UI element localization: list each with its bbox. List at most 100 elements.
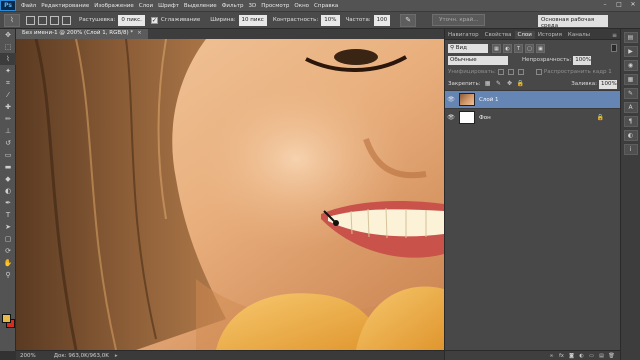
brush-tool-icon[interactable]: ✏ [0, 113, 16, 125]
shape-tool-icon[interactable]: ▢ [0, 233, 16, 245]
quick-select-tool-icon[interactable]: ✦ [0, 65, 16, 77]
panel-menu-icon[interactable]: ≡ [612, 32, 620, 39]
minimize-button[interactable]: – [600, 1, 610, 9]
menu-help[interactable]: Справка [314, 3, 338, 9]
healing-brush-tool-icon[interactable]: ✚ [0, 101, 16, 113]
link-layers-icon[interactable]: ∞ [548, 353, 555, 359]
marquee-tool-icon[interactable]: ⬚ [0, 41, 16, 53]
clone-stamp-tool-icon[interactable]: ⊥ [0, 125, 16, 137]
adjustment-layer-icon[interactable]: ◐ [578, 353, 585, 359]
eye-icon[interactable]: 👁 [445, 114, 457, 121]
type-tool-icon[interactable]: T [0, 209, 16, 221]
new-group-icon[interactable]: ▭ [588, 353, 595, 359]
adjustments-panel-icon[interactable]: ◐ [623, 130, 638, 141]
unify-position-icon[interactable] [497, 69, 504, 75]
close-document-icon[interactable]: × [137, 30, 142, 36]
crop-tool-icon[interactable]: ⌗ [0, 77, 16, 89]
tablet-pressure-icon[interactable]: ✎ [400, 13, 417, 27]
adjustment-filter-icon[interactable]: ◐ [503, 43, 512, 53]
menu-edit[interactable]: Редактирование [41, 3, 89, 9]
eyedropper-tool-icon[interactable]: ⁄ [0, 89, 16, 101]
canvas[interactable] [16, 39, 444, 350]
maximize-button[interactable]: □ [614, 1, 624, 9]
propagate-checkbox[interactable] [535, 69, 542, 75]
menu-filter[interactable]: Фильтр [222, 3, 244, 9]
lock-pixels-icon[interactable]: ✎ [495, 80, 503, 88]
type-filter-icon[interactable]: T [514, 43, 523, 53]
eye-icon[interactable]: 👁 [445, 96, 457, 103]
layer-style-icon[interactable]: fx [558, 353, 565, 359]
menu-layers[interactable]: Слои [139, 3, 153, 9]
dodge-tool-icon[interactable]: ◐ [0, 185, 16, 197]
fill-input[interactable]: 100% [599, 79, 617, 89]
antialias-checkbox[interactable]: ✓ [150, 16, 158, 24]
shape-filter-icon[interactable]: ▢ [525, 43, 534, 53]
menu-select[interactable]: Выделение [184, 3, 217, 9]
menu-file[interactable]: Файл [21, 3, 36, 9]
gradient-tool-icon[interactable]: ▬ [0, 161, 16, 173]
brush-panel-icon[interactable]: ✎ [623, 88, 638, 99]
tab-navigator[interactable]: Навигатор [445, 31, 482, 39]
width-input[interactable]: 10 пикс [238, 14, 267, 26]
path-selection-tool-icon[interactable]: ➤ [0, 221, 16, 233]
color-panel-icon[interactable]: ◉ [623, 60, 638, 71]
smart-object-filter-icon[interactable]: ▣ [536, 43, 545, 53]
filter-toggle[interactable] [611, 44, 617, 52]
menu-view[interactable]: Просмотр [261, 3, 289, 9]
layer-name[interactable]: Слой 1 [479, 97, 499, 103]
layer-name[interactable]: Фон [479, 115, 491, 121]
zoom-level[interactable]: 200% [20, 353, 36, 359]
unify-style-icon[interactable] [517, 69, 524, 75]
tab-history[interactable]: История [535, 31, 565, 39]
feather-input[interactable]: 0 пикс. [118, 14, 145, 26]
tab-channels[interactable]: Каналы [565, 31, 593, 39]
add-mask-icon[interactable]: ◙ [568, 353, 575, 359]
tab-properties[interactable]: Свойства [482, 31, 515, 39]
layer-kind-select[interactable]: ⚲ Вид [448, 43, 488, 53]
tab-layers[interactable]: Слои [514, 31, 535, 39]
menu-image[interactable]: Изображение [94, 3, 134, 9]
move-tool-icon[interactable]: ✥ [0, 29, 16, 41]
add-selection-icon[interactable] [38, 15, 47, 25]
pixel-filter-icon[interactable]: ▦ [492, 43, 501, 53]
new-selection-icon[interactable] [26, 15, 35, 25]
history-panel-icon[interactable]: ▤ [623, 32, 638, 43]
magnetic-lasso-icon[interactable]: ⌇ [4, 13, 20, 27]
opacity-input[interactable]: 100% [573, 55, 592, 65]
history-brush-tool-icon[interactable]: ↺ [0, 137, 16, 149]
info-panel-icon[interactable]: i [623, 144, 638, 155]
delete-layer-icon[interactable]: 🗑 [608, 353, 615, 359]
lock-transparent-icon[interactable]: ▦ [484, 80, 492, 88]
menu-window[interactable]: Окно [294, 3, 309, 9]
actions-panel-icon[interactable]: ▶ [623, 46, 638, 57]
lasso-tool-icon[interactable]: ⌇ [0, 53, 16, 65]
blur-tool-icon[interactable]: ◆ [0, 173, 16, 185]
paragraph-panel-icon[interactable]: ¶ [623, 116, 638, 127]
menu-3d[interactable]: 3D [248, 3, 256, 9]
new-layer-icon[interactable]: ▤ [598, 353, 605, 359]
unify-visibility-icon[interactable] [507, 69, 514, 75]
document-tab[interactable]: Без имени-1 @ 200% (Слой 1, RGB/8) * × [16, 29, 148, 39]
layer-row-sloi-1[interactable]: 👁 Слой 1 [445, 90, 620, 108]
status-menu-arrow-icon[interactable]: ▸ [115, 353, 118, 359]
eraser-tool-icon[interactable]: ▭ [0, 149, 16, 161]
hand-tool-icon[interactable]: ✋ [0, 257, 16, 269]
foreground-color-swatch[interactable] [2, 314, 11, 323]
lock-all-icon[interactable]: 🔒 [517, 80, 525, 88]
contrast-input[interactable]: 10% [321, 14, 340, 26]
zoom-tool-icon[interactable]: ⚲ [0, 269, 16, 281]
refine-edge-button[interactable]: Уточн. край... [432, 14, 486, 26]
close-window-button[interactable]: ✕ [628, 1, 638, 9]
layer-row-fon[interactable]: 👁 Фон 🔒 [445, 108, 620, 126]
3d-tool-icon[interactable]: ⟳ [0, 245, 16, 257]
pen-tool-icon[interactable]: ✒ [0, 197, 16, 209]
lock-position-icon[interactable]: ✥ [506, 80, 514, 88]
blend-mode-select[interactable]: Обычные [448, 55, 508, 65]
frequency-input[interactable]: 100 [373, 14, 391, 26]
character-panel-icon[interactable]: A [623, 102, 638, 113]
menu-type[interactable]: Шрифт [158, 3, 179, 9]
subtract-selection-icon[interactable] [50, 15, 59, 25]
swatches-panel-icon[interactable]: ▦ [623, 74, 638, 85]
workspace-select[interactable]: Основная рабочая среда [538, 15, 608, 29]
intersect-selection-icon[interactable] [62, 15, 71, 25]
